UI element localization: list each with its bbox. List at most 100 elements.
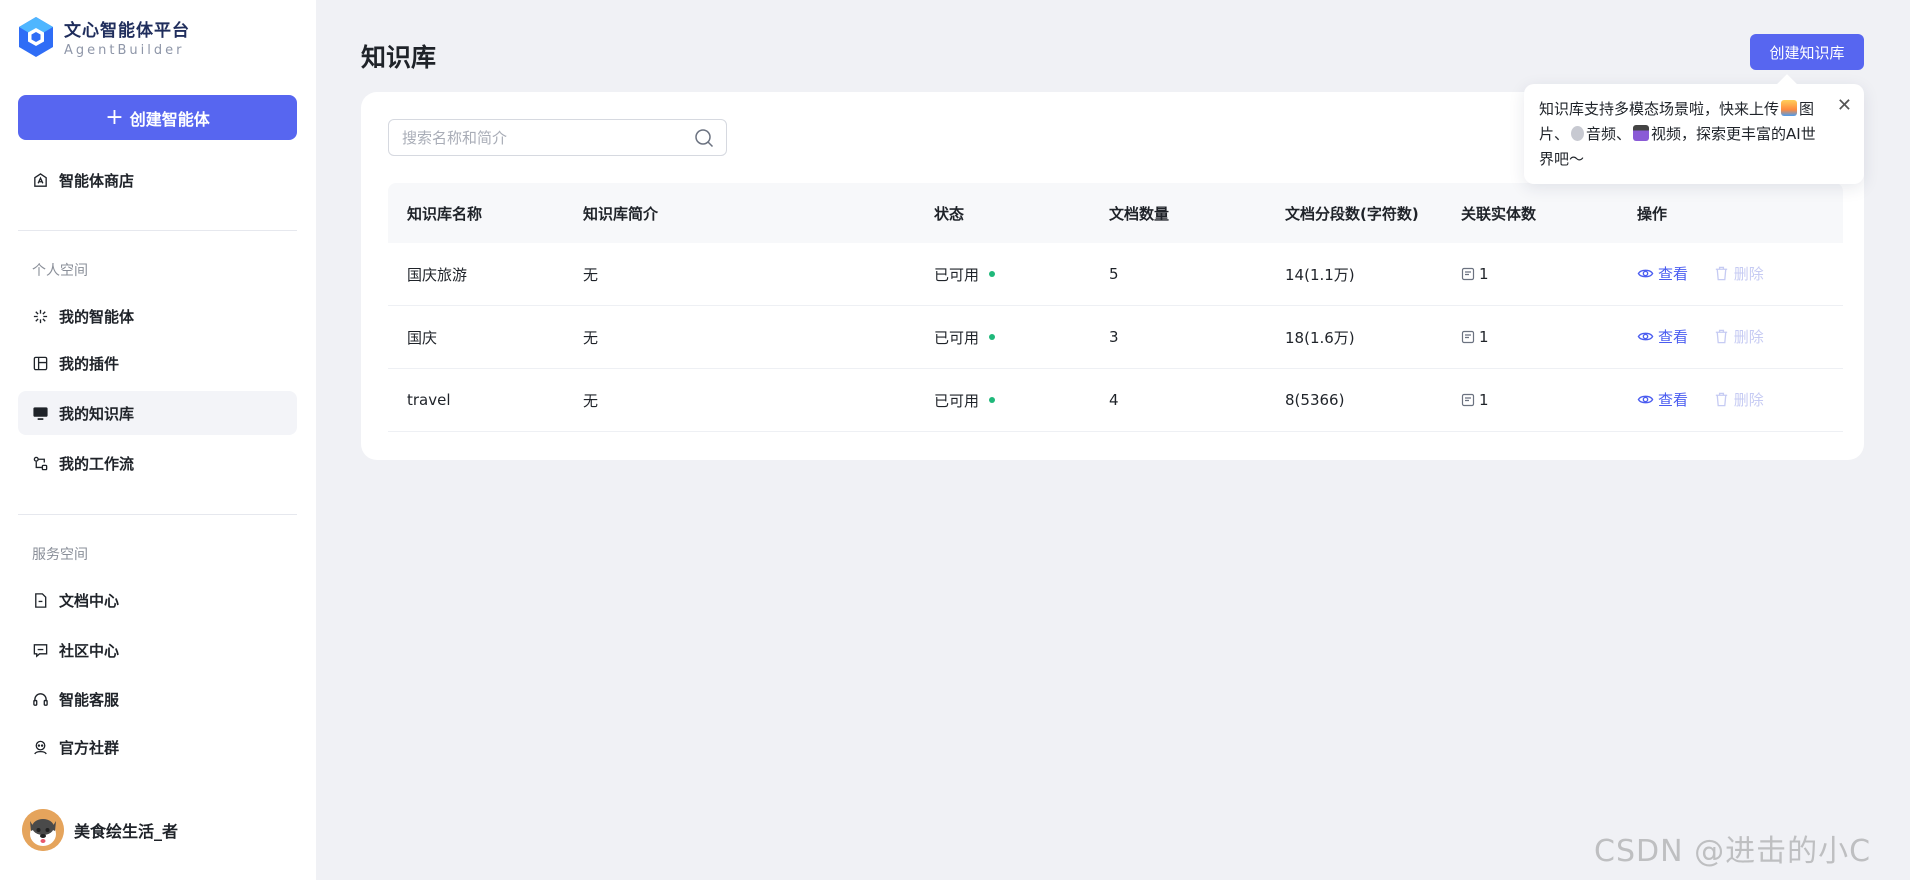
document-icon: [1461, 267, 1475, 281]
picture-emoji-icon: [1781, 100, 1798, 116]
sidebar-item-label: 我的知识库: [59, 404, 135, 423]
chat-icon: [31, 641, 49, 659]
view-button[interactable]: 查看: [1637, 389, 1688, 410]
knowledge-base-table: 知识库名称 知识库简介 状态 文档数量 文档分段数(字符数) 关联实体数 操作 …: [388, 183, 1843, 432]
microphone-emoji-icon: [1571, 126, 1585, 141]
column-header: 知识库名称: [407, 204, 483, 223]
entity-count: 1: [1461, 391, 1489, 409]
sidebar-item-label: 智能体商店: [59, 171, 135, 190]
close-icon[interactable]: ✕: [1837, 97, 1852, 115]
segment-count: 18(1.6万): [1285, 328, 1355, 347]
search-icon[interactable]: [694, 128, 714, 148]
sidebar-item-label: 我的智能体: [59, 307, 135, 326]
logo-icon: [19, 17, 53, 57]
sidebar-item-official-community[interactable]: 官方社群: [18, 725, 297, 769]
watermark: CSDN @进击的小C: [1594, 834, 1872, 869]
tip-text-1: 知识库支持多模态场景啦，快来上传: [1539, 100, 1780, 118]
avatar: [22, 809, 64, 851]
sidebar-item-label: 我的工作流: [59, 454, 135, 473]
trash-icon: [1715, 329, 1727, 343]
search-input[interactable]: [402, 128, 682, 147]
entity-count: 1: [1461, 265, 1489, 283]
sidebar: 文心智能体平台 AgentBuilder + 创建智能体 智能体商店 个人空间 …: [0, 0, 316, 880]
trash-icon: [1715, 392, 1727, 406]
column-header: 文档数量: [1109, 204, 1170, 223]
view-label: 查看: [1658, 264, 1689, 283]
kb-name: travel: [407, 391, 451, 409]
trash-icon: [1715, 266, 1727, 280]
status-text: 已可用: [934, 328, 980, 347]
sidebar-item-label: 智能客服: [59, 690, 120, 709]
view-button[interactable]: 查看: [1637, 263, 1688, 284]
entity-count-value: 1: [1479, 328, 1489, 346]
monitor-icon: [31, 404, 49, 422]
user-profile[interactable]: 美食绘生活_者: [22, 809, 178, 851]
doc-count: 3: [1109, 328, 1119, 346]
eye-icon: [1637, 269, 1654, 277]
kb-name: 国庆旅游: [407, 265, 468, 284]
status-badge: 已可用: [934, 390, 996, 411]
delete-label: 删除: [1733, 390, 1764, 409]
sidebar-item-my-agents[interactable]: 我的智能体: [18, 294, 297, 338]
personal-section-label: 个人空间: [32, 263, 88, 279]
view-label: 查看: [1658, 327, 1689, 346]
kb-description: 无: [583, 265, 599, 284]
eye-icon: [1637, 395, 1654, 403]
sidebar-item-my-plugins[interactable]: 我的插件: [18, 341, 297, 385]
create-agent-button[interactable]: + 创建智能体: [18, 95, 297, 140]
sidebar-item-my-knowledge[interactable]: 我的知识库: [18, 391, 297, 435]
table-row[interactable]: travel 无 已可用 4 8(5366) 1 查看 删除: [388, 369, 1843, 432]
entity-count: 1: [1461, 328, 1489, 346]
divider: [18, 230, 297, 231]
sparkle-icon: [31, 307, 49, 325]
plugin-icon: [31, 354, 49, 372]
headset-icon: [31, 690, 49, 708]
search-box: [388, 119, 727, 156]
logo[interactable]: 文心智能体平台 AgentBuilder: [17, 16, 190, 58]
doc-count: 5: [1109, 265, 1119, 283]
kb-description: 无: [583, 391, 599, 410]
sidebar-item-my-workflows[interactable]: 我的工作流: [18, 441, 297, 485]
row-actions: 查看 删除: [1637, 263, 1764, 286]
view-button[interactable]: 查看: [1637, 326, 1688, 347]
service-section-label: 服务空间: [32, 547, 88, 563]
doc-count: 4: [1109, 391, 1119, 409]
entity-count-value: 1: [1479, 265, 1489, 283]
segment-count: 8(5366): [1285, 391, 1345, 409]
create-knowledge-base-button[interactable]: 创建知识库: [1750, 34, 1864, 70]
delete-button[interactable]: 删除: [1713, 326, 1764, 347]
entity-count-value: 1: [1479, 391, 1489, 409]
eye-icon: [1637, 332, 1654, 340]
status-dot-icon: [989, 333, 996, 340]
workflow-icon: [31, 454, 49, 472]
divider: [18, 514, 297, 515]
segment-count: 14(1.1万): [1285, 265, 1355, 284]
store-icon: [31, 171, 49, 189]
document-icon: [1461, 393, 1475, 407]
create-agent-label: 创建智能体: [129, 109, 210, 129]
status-badge: 已可用: [934, 327, 996, 348]
kb-name: 国庆: [407, 328, 438, 347]
sidebar-item-agent-store[interactable]: 智能体商店: [18, 158, 297, 202]
sidebar-item-label: 我的插件: [59, 354, 120, 373]
delete-label: 删除: [1733, 264, 1764, 283]
column-header: 操作: [1637, 204, 1668, 223]
sidebar-item-smart-service[interactable]: 智能客服: [18, 677, 297, 721]
column-header: 状态: [934, 204, 965, 223]
row-actions: 查看 删除: [1637, 389, 1764, 412]
kb-description: 无: [583, 328, 599, 347]
delete-button[interactable]: 删除: [1713, 263, 1764, 284]
sidebar-item-community-center[interactable]: 社区中心: [18, 628, 297, 672]
table-row[interactable]: 国庆 无 已可用 3 18(1.6万) 1 查看 删除: [388, 306, 1843, 369]
column-header: 知识库简介: [583, 204, 659, 223]
view-label: 查看: [1658, 390, 1689, 409]
status-badge: 已可用: [934, 264, 996, 285]
app-subtitle: AgentBuilder: [64, 43, 185, 58]
column-header: 文档分段数(字符数): [1285, 204, 1419, 223]
plus-icon: +: [105, 104, 124, 130]
delete-button[interactable]: 删除: [1713, 389, 1764, 410]
table-row[interactable]: 国庆旅游 无 已可用 5 14(1.1万) 1 查看 删除: [388, 243, 1843, 306]
sidebar-item-docs-center[interactable]: 文档中心: [18, 578, 297, 622]
sidebar-item-label: 社区中心: [59, 641, 120, 660]
column-header: 关联实体数: [1461, 204, 1537, 223]
